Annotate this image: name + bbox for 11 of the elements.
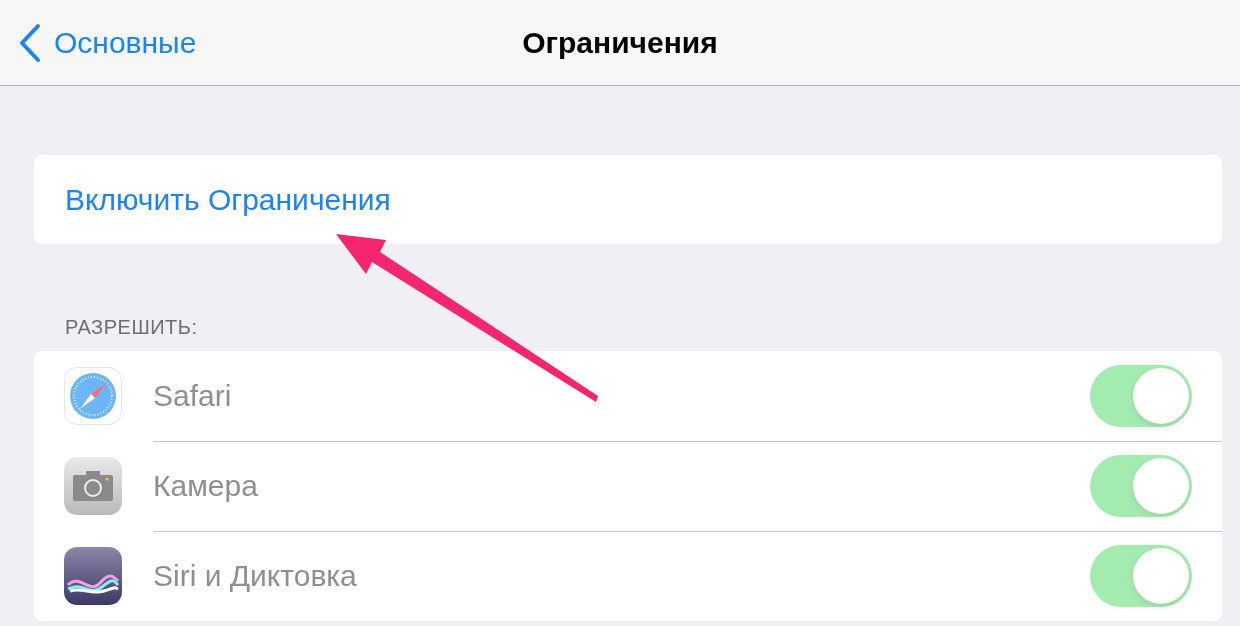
setting-label: Камера: [153, 468, 259, 503]
screen-title: Ограничения: [522, 25, 718, 60]
setting-label: Siri и Диктовка: [153, 559, 358, 593]
enable-restrictions-button[interactable]: Включить Ограничения: [34, 182, 391, 217]
section-header: РАЗРЕШИТЬ:: [65, 316, 199, 339]
camera-icon: [64, 457, 122, 515]
chevron-left-icon: [18, 22, 42, 63]
compass-icon: [64, 367, 122, 425]
setting-label: Safari: [153, 378, 233, 413]
waves-icon: [64, 547, 122, 605]
back-button[interactable]: Основные: [0, 22, 197, 63]
